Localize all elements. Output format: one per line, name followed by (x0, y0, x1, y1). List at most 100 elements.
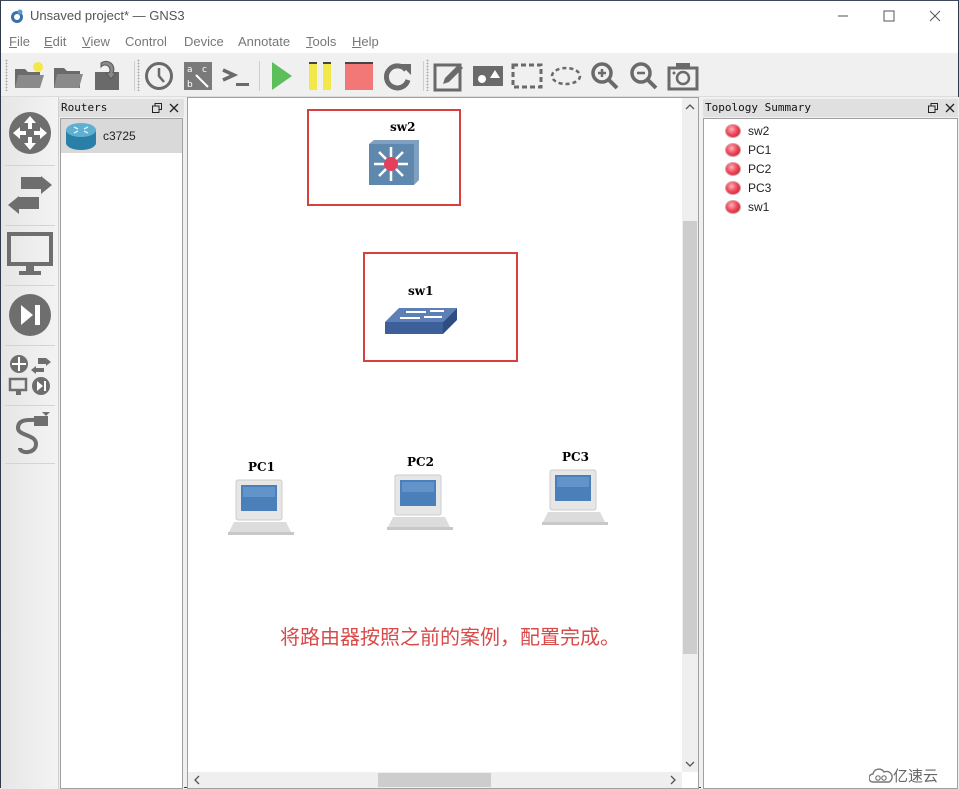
minimize-button[interactable] (820, 1, 866, 31)
suspend-all-button[interactable] (303, 59, 337, 93)
start-all-icon (272, 62, 292, 90)
menu-device[interactable]: Device (184, 34, 224, 49)
close-icon (929, 10, 941, 22)
all-devices-icon (8, 355, 51, 395)
switch-arrows-icon (8, 176, 52, 214)
note-annotation[interactable]: 将路由器按照之前的案例，配置完成。 (280, 621, 620, 650)
vertical-scroll-thumb[interactable] (683, 221, 697, 654)
topology-item-pc3[interactable]: PC3 (726, 178, 771, 197)
float-panel-icon[interactable] (152, 103, 162, 113)
reload-all-button[interactable] (381, 59, 415, 93)
menu-annotate[interactable]: Annotate (238, 34, 290, 49)
menu-control[interactable]: Control (125, 34, 167, 49)
router-item-c3725[interactable]: c3725 (61, 119, 182, 153)
close-panel-icon[interactable] (169, 103, 179, 113)
open-project-button[interactable] (51, 59, 85, 93)
cloud-logo-icon (869, 767, 893, 783)
console-all-button[interactable] (219, 59, 253, 93)
topology-item-label: PC3 (748, 180, 772, 195)
save-project-button[interactable] (90, 59, 124, 93)
close-panel-icon[interactable] (945, 103, 955, 113)
zoom-out-button[interactable] (627, 59, 661, 93)
scroll-left-arrow-icon[interactable] (193, 775, 201, 785)
stopped-status-icon (726, 124, 740, 137)
topology-item-label: PC2 (748, 161, 772, 176)
close-button[interactable] (912, 1, 958, 31)
browse-security-devices-button[interactable] (5, 287, 55, 343)
topology-item-pc2[interactable]: PC2 (726, 159, 771, 178)
snapshot-button[interactable] (142, 59, 176, 93)
topology-item-label: sw2 (748, 123, 770, 138)
toolbar-grip[interactable] (137, 59, 140, 91)
canvas-vertical-scrollbar[interactable] (682, 98, 698, 772)
browse-switches-button[interactable] (5, 167, 55, 223)
show-interface-labels-button[interactable]: a c b (181, 59, 215, 93)
float-panel-icon[interactable] (928, 103, 938, 113)
topology-item-label: PC1 (748, 142, 772, 157)
stop-all-button[interactable] (342, 59, 376, 93)
new-project-button[interactable] (12, 59, 46, 93)
node-label: PC2 (407, 455, 434, 469)
node-sw1[interactable]: sw1 (384, 284, 458, 336)
scroll-right-arrow-icon[interactable] (669, 775, 677, 785)
toolbar-grip[interactable] (5, 59, 8, 91)
node-label: sw2 (390, 120, 416, 134)
zoom-in-button[interactable] (588, 59, 622, 93)
scroll-down-arrow-icon[interactable] (685, 760, 695, 768)
draw-rectangle-button[interactable] (510, 59, 544, 93)
canvas-horizontal-scrollbar[interactable] (188, 772, 682, 788)
watermark: 亿速云 (869, 765, 938, 786)
add-note-button[interactable] (432, 59, 466, 93)
pc-computer-icon (542, 469, 608, 525)
stopped-status-icon (726, 143, 740, 156)
multilayer-switch-icon (369, 140, 419, 185)
maximize-button[interactable] (866, 1, 912, 31)
menu-file[interactable]: File (9, 34, 30, 49)
maximize-icon (883, 10, 895, 22)
browse-end-devices-button[interactable] (5, 227, 55, 283)
play-pause-icon (9, 294, 51, 336)
screenshot-icon (667, 63, 699, 91)
node-sw2[interactable]: sw2 (368, 120, 422, 190)
node-pc2[interactable]: PC2 (387, 455, 453, 535)
menu-tools[interactable]: Tools (306, 34, 336, 49)
console-all-icon (222, 68, 249, 86)
start-all-button[interactable] (264, 59, 298, 93)
routers-panel-header: Routers (59, 99, 184, 117)
screenshot-button[interactable] (666, 59, 700, 93)
toolbar-separator (134, 61, 135, 91)
menu-edit[interactable]: Edit (44, 34, 66, 49)
topology-item-label: sw1 (748, 199, 770, 214)
zoom-out-icon (630, 62, 658, 90)
save-project-icon (95, 60, 119, 90)
stop-all-icon (345, 62, 373, 90)
menu-help[interactable]: Help (352, 34, 379, 49)
insert-image-button[interactable] (471, 59, 505, 93)
add-link-button[interactable] (5, 407, 55, 463)
zoom-in-icon (591, 62, 619, 90)
toolbar-grip[interactable] (426, 59, 429, 91)
topology-canvas[interactable]: sw2 sw1 PC1 PC2 PC3 将路由器按照之前的案例，配置完成。 (188, 98, 682, 772)
draw-ellipse-button[interactable] (549, 59, 583, 93)
topology-item-pc1[interactable]: PC1 (726, 140, 771, 159)
svg-text:c: c (202, 65, 207, 75)
browse-routers-button[interactable] (5, 105, 55, 161)
node-pc3[interactable]: PC3 (542, 450, 608, 530)
scroll-up-arrow-icon[interactable] (685, 103, 695, 111)
watermark-text: 亿速云 (893, 768, 939, 785)
node-pc1[interactable]: PC1 (228, 460, 294, 540)
cable-link-icon (15, 412, 50, 455)
topology-item-sw1[interactable]: sw1 (726, 197, 769, 216)
ethernet-switch-icon (385, 308, 457, 334)
insert-image-icon (473, 66, 503, 86)
device-type-dock (1, 97, 59, 789)
reload-all-icon (383, 63, 411, 91)
routers-panel: Routers c3725 (59, 97, 184, 789)
main-toolbar: a c b (1, 53, 958, 97)
show-interface-labels-icon: a c b (184, 62, 212, 90)
browse-all-devices-button[interactable] (5, 347, 55, 403)
menu-view[interactable]: View (82, 34, 110, 49)
horizontal-scroll-thumb[interactable] (378, 773, 491, 787)
topology-item-sw2[interactable]: sw2 (726, 121, 769, 140)
svg-text:a: a (187, 65, 193, 75)
